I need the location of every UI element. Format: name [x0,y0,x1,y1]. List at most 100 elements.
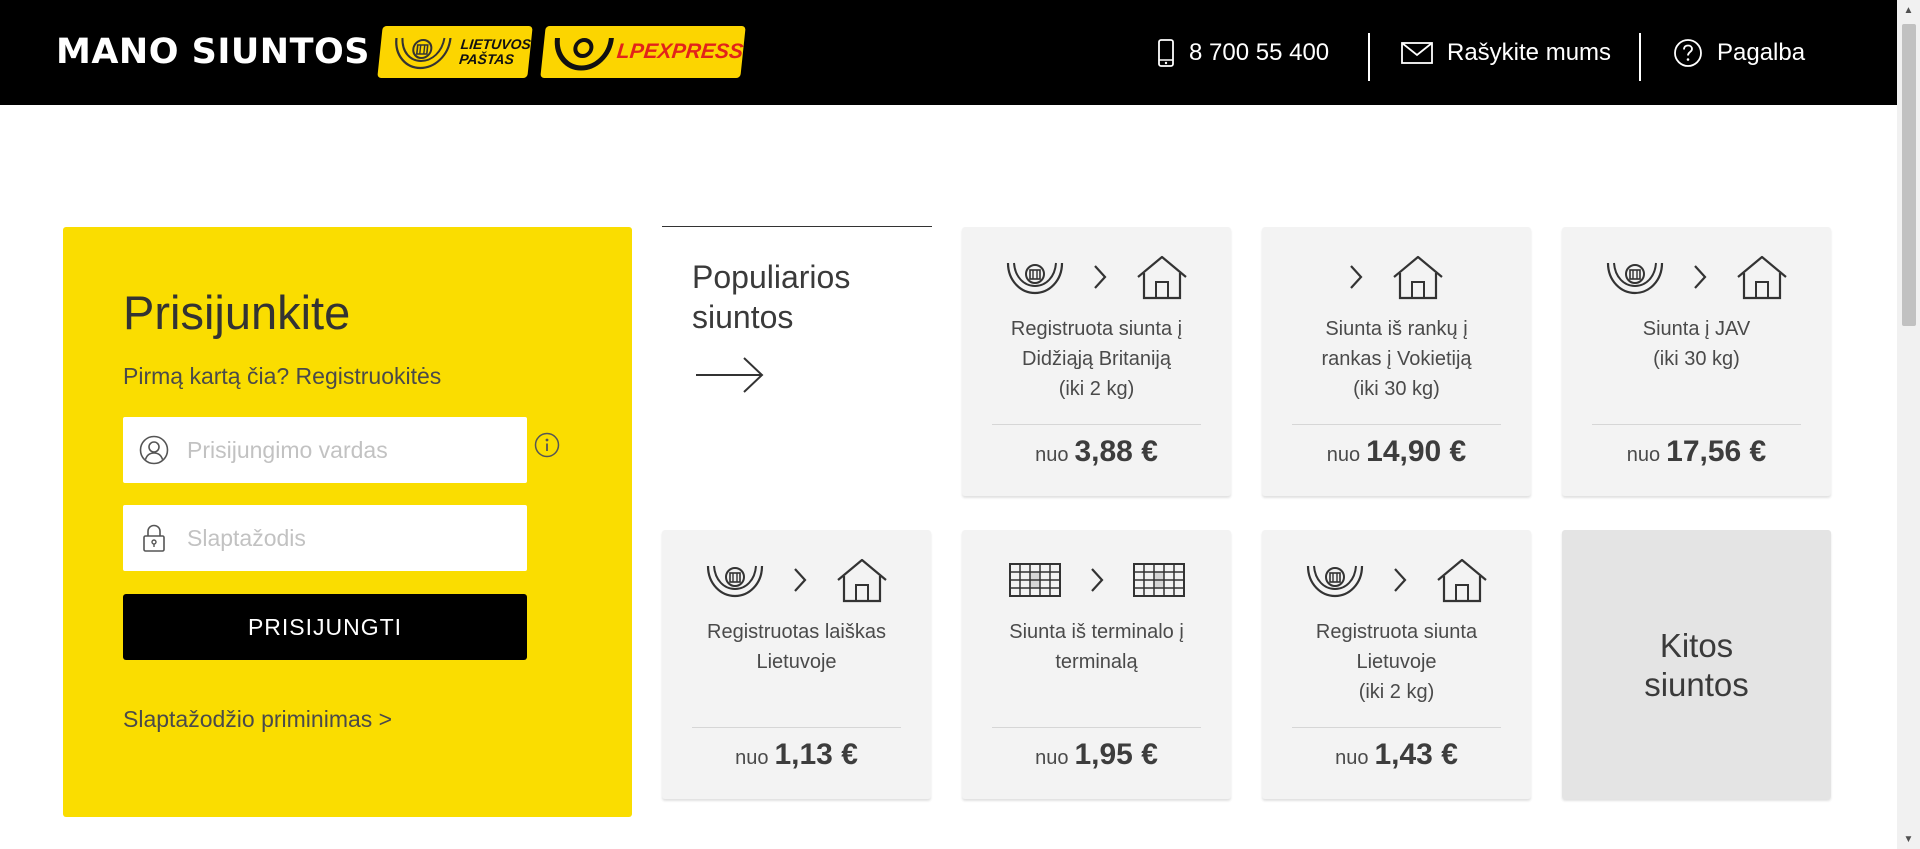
shipment-card-terminal[interactable]: Siunta iš terminalo į terminalą nuo 1,95 … [962,530,1231,799]
password-field[interactable] [123,505,527,571]
question-circle-icon [1673,38,1703,68]
card-description: Siunta į JAV (iki 30 kg) [1572,314,1821,374]
lietuvos-pastas-logo[interactable]: LIETUVOS PAŠTAS [377,26,533,78]
chevron-right-icon [1090,567,1104,593]
header-separator [1639,33,1641,81]
price-prefix: nuo [1326,444,1361,466]
other-shipments-card[interactable]: Kitos siuntos [1562,530,1831,799]
username-field[interactable] [123,417,527,483]
parcel-terminal-icon [1008,562,1062,598]
popular-title: Populiarios siuntos [692,257,850,337]
login-title: Prisijunkite [123,286,351,339]
price-prefix: nuo [1626,444,1661,466]
card-desc-line: Didžiąją Britaniją [1022,348,1171,370]
shipment-card-uk[interactable]: Registruota siunta į Didžiąją Britaniją … [962,227,1231,496]
envelope-icon [1401,41,1433,64]
card-desc-line: (iki 30 kg) [1353,378,1440,400]
card-divider [992,727,1201,728]
phone-icon [1157,38,1175,67]
scroll-down-icon[interactable]: ▼ [1897,829,1920,849]
info-icon[interactable] [534,432,560,463]
login-button[interactable]: PRISIJUNGTI [123,594,527,660]
card-desc-line: (iki 2 kg) [1058,378,1135,400]
post-horn-icon [705,560,765,600]
parcel-terminal-icon [1132,562,1186,598]
card-price: nuo 1,13 € [662,738,931,772]
card-divider [1592,424,1801,425]
username-input[interactable] [185,435,509,465]
shipment-card-germany[interactable]: Siunta iš rankų į rankas į Vokietiją (ik… [1262,227,1531,496]
header-help-link[interactable]: Pagalba [1673,0,1805,105]
price-amount: 17,56 € [1666,435,1767,468]
card-price: nuo 17,56 € [1562,435,1831,469]
other-shipments-label: Kitos siuntos [1644,626,1749,704]
popular-title-line1: Populiarios [692,259,851,295]
card-price: nuo 1,43 € [1262,738,1531,772]
popular-shipments-heading: Populiarios siuntos [662,226,932,487]
logo-text-lietuvos: LIETUVOS [459,36,532,52]
house-icon [1391,254,1445,300]
popular-title-line2: siuntos [692,299,794,335]
house-icon [1735,254,1789,300]
lp-express-logo[interactable]: LPEXPRESS [540,26,746,78]
card-desc-line: Registruota siunta į [1010,318,1183,340]
price-prefix: nuo [1035,747,1069,769]
card-description: Registruota siunta Lietuvoje (iki 2 kg) [1272,617,1521,707]
header-mail-link[interactable]: Rašykite mums [1401,0,1611,105]
price-amount: 1,95 € [1074,738,1158,771]
header-separator [1368,33,1370,81]
phone-number: 8 700 55 400 [1189,38,1330,66]
vertical-scrollbar[interactable]: ▲ ▼ [1897,0,1920,849]
card-description: Registruotas laiškas Lietuvoje [672,617,921,677]
other-shipments-line1: Kitos [1659,626,1734,664]
house-icon [1135,254,1189,300]
chevron-right-icon [793,567,807,593]
header-phone-link[interactable]: 8 700 55 400 [1157,0,1329,105]
post-horn-icon [1605,257,1665,297]
post-horn-icon [1305,560,1365,600]
logo-text-express: EXPRESS [642,40,745,63]
price-amount: 3,88 € [1074,435,1158,468]
lock-icon [123,523,185,553]
card-desc-line: Siunta į JAV [1642,318,1751,340]
forgot-password-link[interactable]: Slaptažodžio priminimas > [123,706,392,733]
express-horn-icon [554,37,614,71]
scroll-up-icon[interactable]: ▲ [1897,0,1920,20]
password-input[interactable] [185,523,509,553]
register-link[interactable]: Pirmą kartą čia? Registruokitės [123,363,441,390]
post-horn-icon [1005,257,1065,297]
logo-text-lp: LP [615,40,646,63]
card-desc-line: (iki 2 kg) [1358,681,1435,703]
shipment-card-letter-lt[interactable]: Registruotas laiškas Lietuvoje nuo 1,13 € [662,530,931,799]
card-desc-line: rankas į Vokietiją [1321,348,1472,370]
price-prefix: nuo [1035,444,1069,466]
price-prefix: nuo [1335,747,1369,769]
card-divider [1292,424,1501,425]
card-divider [992,424,1201,425]
logo-text-pastas: PAŠTAS [458,51,515,67]
chevron-right-icon [1393,567,1407,593]
card-desc-line: Lietuvoje [756,651,837,673]
other-shipments-line2: siuntos [1644,665,1749,703]
price-prefix: nuo [735,747,769,769]
card-desc-line: Registruotas laiškas [707,621,886,643]
card-divider [692,727,901,728]
card-description: Registruota siunta į Didžiąją Britaniją … [972,314,1221,404]
chevron-right-icon [1093,264,1107,290]
shipment-card-registered-lt[interactable]: Registruota siunta Lietuvoje (iki 2 kg) … [1262,530,1531,799]
brand-title[interactable]: MANO SIUNTOS [56,32,370,72]
login-panel: Prisijunkite Pirmą kartą čia? Registruok… [63,227,632,817]
arrow-right-icon [694,355,766,400]
user-icon [123,435,185,465]
card-desc-line: Siunta iš rankų į [1325,318,1468,340]
mail-label: Rašykite mums [1447,38,1612,66]
top-header: MANO SIUNTOS LIETUVOS PAŠTAS LPEXPRESS 8… [0,0,1897,105]
house-icon [1435,557,1489,603]
help-label: Pagalba [1717,38,1806,66]
shipment-card-usa[interactable]: Siunta į JAV (iki 30 kg) nuo 17,56 € [1562,227,1831,496]
scrollbar-thumb[interactable] [1902,24,1916,326]
price-amount: 14,90 € [1366,435,1467,468]
card-divider [1292,727,1501,728]
chevron-right-icon [1349,264,1363,290]
price-amount: 1,43 € [1374,738,1458,771]
